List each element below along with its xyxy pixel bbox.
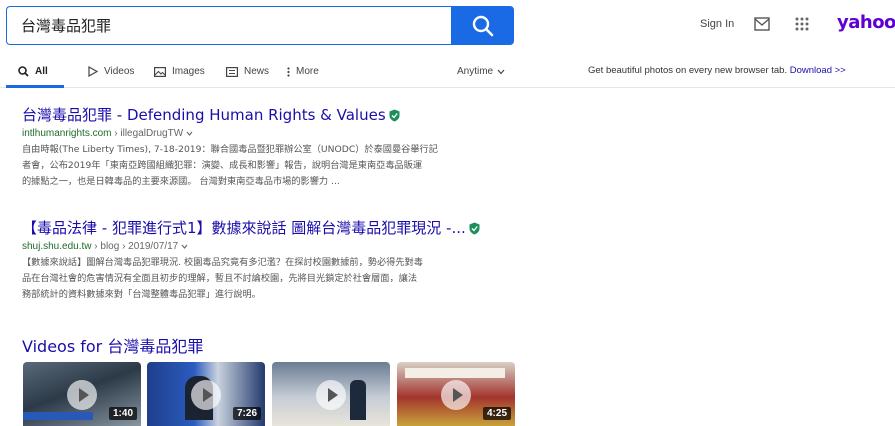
- promo-banner: Get beautiful photos on every new browse…: [588, 65, 846, 76]
- search-icon: [472, 15, 493, 36]
- video-duration: 1:40: [108, 407, 137, 420]
- verified-shield-icon: [469, 222, 480, 235]
- promo-text: Get beautiful photos on every new browse…: [588, 65, 788, 76]
- result-description-line: 品在台灣社會的危害情況有全面且初步的理解，暫且不討論校園，先將目光鎖定於社會層面…: [22, 273, 418, 284]
- video-thumbnail[interactable]: 7:26: [147, 362, 265, 426]
- result-title-link[interactable]: 【毒品法律 - 犯罪進行式1】數據來說話 圖解台灣毒品犯罪現況 -...: [22, 217, 504, 238]
- search-result: 【毒品法律 - 犯罪進行式1】數據來說話 圖解台灣毒品犯罪現況 -... shu…: [22, 217, 504, 303]
- search-box[interactable]: [6, 6, 452, 45]
- play-icon: [316, 380, 346, 410]
- more-icon: [287, 66, 290, 77]
- search-result: 台灣毒品犯罪 - Defending Human Rights & Values…: [22, 104, 504, 190]
- verified-shield-icon: [389, 109, 400, 122]
- tab-more[interactable]: More: [287, 56, 319, 87]
- video-duration: 4:25: [482, 407, 511, 420]
- news-icon: [226, 66, 238, 77]
- download-link[interactable]: Download >>: [790, 65, 846, 76]
- image-icon: [154, 66, 166, 77]
- result-description-line: 者會，公布2019年「東南亞跨國組織犯罪：演變、成長和影響」報告，說明台灣是東南…: [22, 160, 423, 171]
- header: Sign In yahoo!: [0, 0, 895, 56]
- tab-news-label: News: [244, 66, 270, 77]
- result-description-line: 的據點之一，也是日韓毒品的主要來源國。 台灣對東南亞毒品市場的影響力 ...: [22, 176, 340, 187]
- tab-images-label: Images: [172, 66, 205, 77]
- thumbnail-person: [350, 380, 366, 420]
- chevron-down-icon[interactable]: [186, 131, 193, 136]
- play-icon: [67, 380, 97, 410]
- apps-grid-icon[interactable]: [795, 17, 809, 31]
- mail-icon[interactable]: [754, 17, 770, 31]
- tab-all-label: All: [35, 66, 48, 77]
- thumbnail-caption-bar: [23, 412, 93, 420]
- video-duration: 7:26: [232, 407, 261, 420]
- chevron-down-icon: [497, 69, 505, 74]
- video-thumbnail[interactable]: 1:40: [23, 362, 141, 426]
- result-title: 【毒品法律 - 犯罪進行式1】數據來說話 圖解台灣毒品犯罪現況 -...: [22, 219, 466, 237]
- result-url: shuj.shu.edu.tw › blog › 2019/07/17: [22, 241, 504, 252]
- result-title: 台灣毒品犯罪 - Defending Human Rights & Values: [22, 106, 386, 124]
- tab-news[interactable]: News: [226, 56, 269, 87]
- play-icon: [88, 66, 98, 77]
- search-button[interactable]: [451, 6, 514, 45]
- play-icon: [441, 380, 471, 410]
- result-url: intlhumanrights.com › illegalDrugTW: [22, 128, 504, 139]
- tab-more-label: More: [296, 66, 319, 77]
- result-breadcrumb: › illegalDrugTW: [114, 128, 184, 139]
- result-domain: intlhumanrights.com: [22, 128, 112, 139]
- chevron-down-icon[interactable]: [181, 244, 188, 249]
- result-description-line: 【數據來說話】圖解台灣毒品犯罪現況. 校園毒品究竟有多氾濫？在探討校園數據前，勢…: [22, 257, 423, 268]
- anytime-dropdown[interactable]: Anytime: [457, 56, 505, 87]
- anytime-label: Anytime: [457, 66, 494, 77]
- result-title-link[interactable]: 台灣毒品犯罪 - Defending Human Rights & Values: [22, 104, 504, 125]
- result-description-line: 自由時報(The Liberty Times), 7-18-2019：聯合國毒品…: [22, 144, 438, 155]
- search-input[interactable]: [21, 7, 441, 44]
- result-description: 【數據來說話】圖解台灣毒品犯罪現況. 校園毒品究竟有多氾濫？在探討校園數據前，勢…: [22, 255, 504, 303]
- sign-in-link[interactable]: Sign In: [700, 18, 734, 30]
- result-domain: shuj.shu.edu.tw: [22, 241, 92, 252]
- result-description: 自由時報(The Liberty Times), 7-18-2019：聯合國毒品…: [22, 142, 504, 190]
- active-tab-indicator: [6, 85, 64, 88]
- video-thumbnail[interactable]: [272, 362, 390, 426]
- result-description-line: 務部統計的資料數據來對「台灣整體毒品犯罪」進行說明。: [22, 289, 261, 300]
- video-thumbnail[interactable]: 4:25: [397, 362, 515, 426]
- tab-videos-label: Videos: [104, 66, 135, 77]
- tab-all[interactable]: All: [18, 56, 48, 87]
- search-icon: [18, 66, 29, 77]
- play-icon: [191, 380, 221, 410]
- tab-videos[interactable]: Videos: [88, 56, 134, 87]
- result-breadcrumb: › blog › 2019/07/17: [94, 241, 179, 252]
- videos-heading-link[interactable]: Videos for 台灣毒品犯罪: [22, 333, 203, 357]
- tab-images[interactable]: Images: [154, 56, 205, 87]
- thumbnail-banner: [405, 368, 505, 378]
- yahoo-logo[interactable]: yahoo!: [837, 12, 895, 33]
